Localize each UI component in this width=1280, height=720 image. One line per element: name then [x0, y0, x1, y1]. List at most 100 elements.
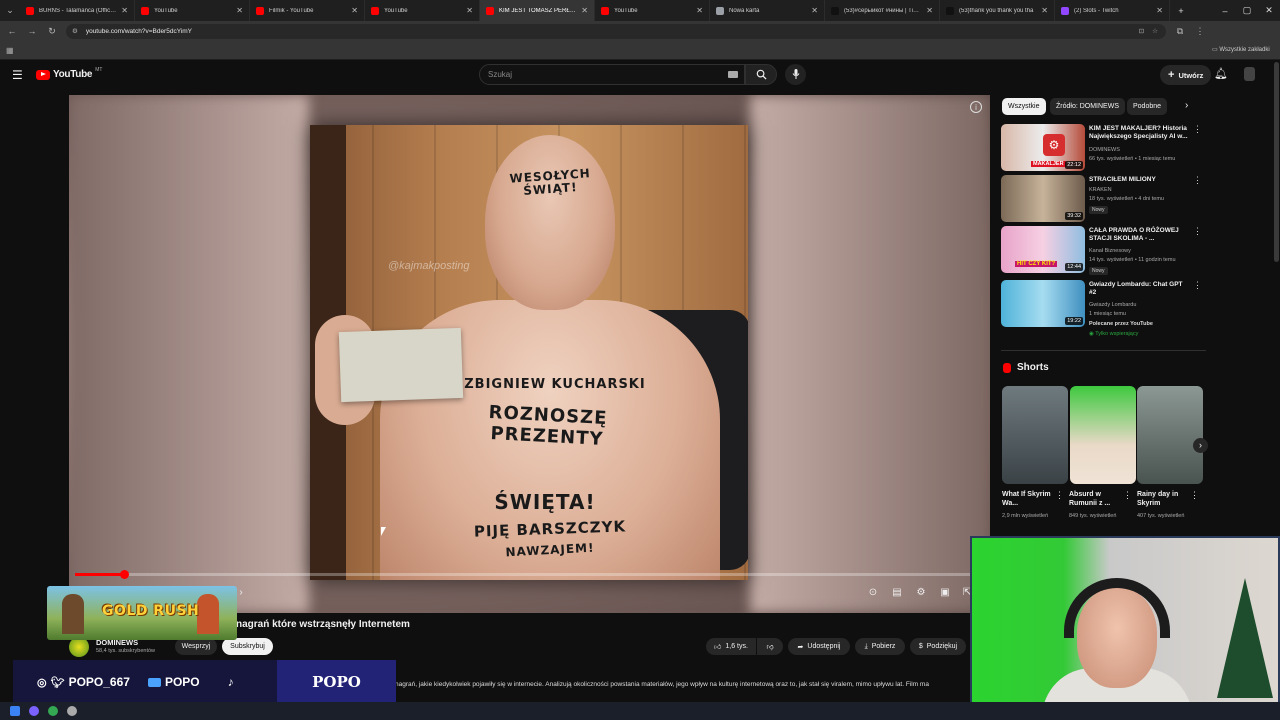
tab-close-icon[interactable]: ✕: [466, 6, 473, 15]
site-info-icon[interactable]: ⚙: [72, 27, 78, 35]
chip-related[interactable]: Podobne: [1127, 98, 1168, 115]
more-options-icon[interactable]: ⋮: [1193, 124, 1202, 135]
back-icon[interactable]: ←: [6, 26, 18, 36]
youtube-logo[interactable]: YouTube MT: [36, 67, 102, 80]
more-options-icon[interactable]: ⋮: [1193, 280, 1202, 291]
video-description[interactable]: nagrań, jakie kiedykolwiek pojawiły się …: [395, 676, 971, 696]
more-options-icon[interactable]: ⋮: [1190, 490, 1199, 501]
shorts-next-icon[interactable]: ›: [1193, 438, 1208, 453]
more-options-icon[interactable]: ⋮: [1123, 490, 1132, 501]
tab-close-icon[interactable]: ✕: [1156, 6, 1163, 15]
start-icon[interactable]: [10, 706, 20, 716]
tab-close-icon[interactable]: ✕: [121, 6, 128, 15]
browser-tab[interactable]: KIM JEST TOMASZ PERŁA? He ✕: [480, 0, 595, 21]
address-bar: ← → ↻ ⚙ youtube.com/watch?v=Bder5dcYimY …: [0, 21, 1280, 41]
youtube-handle-group: POPO: [147, 675, 200, 689]
url-field[interactable]: ⚙ youtube.com/watch?v=Bder5dcYimY ⊡ ☆: [66, 23, 1166, 39]
tab-favicon-icon: [1061, 6, 1069, 15]
settings-gear-icon[interactable]: ⚙: [913, 587, 929, 601]
forward-icon[interactable]: →: [26, 26, 38, 36]
like-button[interactable]: 👍︎ 1,6 tys.: [706, 638, 756, 655]
more-options-icon[interactable]: ⋮: [1055, 490, 1064, 501]
subscribe-label: Subskrybuj: [230, 643, 265, 650]
hamburger-menu-icon[interactable]: ☰: [12, 68, 23, 82]
recommendation-title: STRACIŁEM MILIONY: [1089, 176, 1156, 183]
autoplay-toggle[interactable]: ⊙: [865, 587, 881, 601]
search-button[interactable]: [745, 64, 777, 85]
browser-tab[interactable]: (2) Slots - Twitch ✕: [1055, 0, 1170, 21]
apps-grid-icon[interactable]: ▦: [6, 46, 14, 55]
create-button[interactable]: + Utwórz: [1160, 65, 1212, 85]
short-thumbnail[interactable]: [1137, 386, 1203, 484]
tab-favicon-icon: [601, 6, 609, 15]
progress-bar[interactable]: [75, 570, 970, 579]
notifications-bell-icon[interactable]: 🔔︎: [1214, 67, 1228, 80]
chrome-icon[interactable]: [48, 706, 58, 716]
tab-close-icon[interactable]: ✕: [811, 6, 818, 15]
support-button[interactable]: Wesprzyj: [175, 638, 217, 655]
browser-tab[interactable]: (53)#серыйкот #нины | TikTok ✕: [825, 0, 940, 21]
browser-tab[interactable]: YouTube ✕: [595, 0, 710, 21]
keyboard-icon[interactable]: [728, 71, 738, 78]
reload-icon[interactable]: ↻: [46, 26, 58, 37]
menu-icon[interactable]: ⋮: [1194, 26, 1206, 37]
tab-close-icon[interactable]: ✕: [1041, 6, 1048, 15]
browser-tab[interactable]: YouTube ✕: [135, 0, 250, 21]
video-player[interactable]: @kajmakposting WESOŁYCH ŚWIĄT! ZBIGNIEW …: [69, 95, 990, 613]
youtube-icon: [147, 677, 161, 687]
download-button[interactable]: ⤓ Pobierz: [855, 638, 905, 655]
recommendation-item[interactable]: 39:32 STRACIŁEM MILIONY KRAKEN 18 tys. w…: [1001, 175, 1206, 225]
more-options-icon[interactable]: ⋮: [1193, 226, 1202, 237]
tab-close-icon[interactable]: ✕: [351, 6, 358, 15]
search-input[interactable]: Szukaj: [479, 64, 745, 85]
page-scrollbar[interactable]: [1274, 62, 1279, 262]
folder-icon: ▭: [1212, 47, 1218, 53]
new-tab-button[interactable]: +: [1170, 6, 1192, 16]
chips-next-icon[interactable]: ›: [1185, 100, 1188, 111]
account-avatar[interactable]: [1244, 67, 1255, 81]
subscribe-button[interactable]: Subskrybuj: [222, 638, 273, 655]
all-bookmarks-link[interactable]: ▭ Wszystkie zakładki: [1212, 46, 1270, 53]
tab-close-icon[interactable]: ✕: [236, 6, 243, 15]
short-thumbnail[interactable]: [1002, 386, 1068, 484]
extensions-icon[interactable]: ⧉: [1174, 26, 1186, 37]
info-icon[interactable]: i: [970, 101, 982, 113]
recommendation-item[interactable]: 19:22 Gwiazdy Lombardu: Chat GPT #2 Gwia…: [1001, 280, 1206, 340]
tab-close-icon[interactable]: ✕: [926, 6, 933, 15]
minimize-icon[interactable]: –: [1214, 6, 1236, 16]
chip-all[interactable]: Wszystkie: [1002, 98, 1046, 115]
browser-tab[interactable]: Filmik - YouTube ✕: [250, 0, 365, 21]
thanks-button[interactable]: $ Podziękuj: [910, 638, 966, 655]
chip-source[interactable]: Źródło: DOMINEWS: [1050, 98, 1126, 115]
install-icon[interactable]: ⊡: [1139, 27, 1144, 35]
short-thumbnail[interactable]: [1070, 386, 1136, 484]
maximize-icon[interactable]: ▢: [1236, 5, 1258, 16]
dislike-button[interactable]: 👎︎: [757, 638, 783, 655]
youtube-logo-text: YouTube: [53, 69, 93, 80]
tab-close-icon[interactable]: ✕: [696, 6, 703, 15]
miner-figure: [197, 594, 219, 634]
close-window-icon[interactable]: ✕: [1258, 5, 1280, 16]
channel-avatar[interactable]: [69, 637, 89, 657]
app-icon[interactable]: [67, 706, 77, 716]
recommendation-item[interactable]: HIT CZY KIT? 12:44 CAŁA PRAWDA O RÓŻOWEJ…: [1001, 226, 1206, 276]
app-icon[interactable]: [29, 706, 39, 716]
tab-close-icon[interactable]: ✕: [581, 6, 588, 15]
browser-tab[interactable]: BURNS - Talamanca (Official V ✕: [20, 0, 135, 21]
download-label: Pobierz: [871, 643, 896, 650]
more-options-icon[interactable]: ⋮: [1193, 175, 1202, 186]
social-handle: POPO_667: [68, 675, 130, 689]
share-button[interactable]: ➦ Udostępnij: [788, 638, 850, 655]
thumbs-down-icon: 👎︎: [766, 644, 774, 651]
tab-list-icon[interactable]: ⌄: [0, 5, 20, 16]
recommendation-item[interactable]: ⚙ MAKALJER 22:12 KIM JEST MAKALJER? Hist…: [1001, 124, 1206, 174]
members-only-badge: ◉ Tylko wspierający: [1089, 331, 1139, 337]
browser-tab[interactable]: (53)thank you thank you tha ✕: [940, 0, 1055, 21]
miniplayer-icon[interactable]: ▣: [937, 587, 953, 601]
bookmark-star-icon[interactable]: ☆: [1152, 27, 1158, 35]
browser-tab[interactable]: Nowa karta ✕: [710, 0, 825, 21]
browser-tab[interactable]: YouTube ✕: [365, 0, 480, 21]
tab-title: BURNS - Talamanca (Official V: [39, 7, 117, 14]
subtitles-icon[interactable]: ▤: [889, 587, 905, 601]
voice-search-button[interactable]: [785, 64, 806, 85]
